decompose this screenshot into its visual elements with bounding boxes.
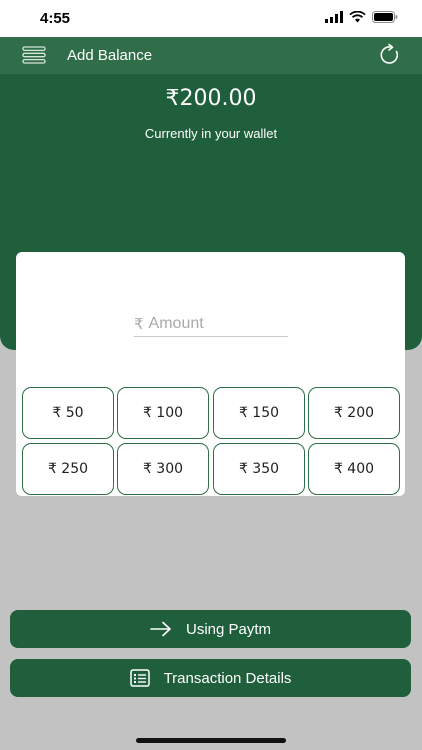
wallet-caption: Currently in your wallet (144, 126, 278, 141)
hamburger-menu-icon[interactable] (22, 45, 46, 65)
status-time: 4:55 (40, 10, 71, 27)
quick-amount-50[interactable]: ₹ 50 (22, 387, 114, 439)
amount-input[interactable]: ₹ Amount (134, 312, 288, 337)
arrow-right-icon (150, 621, 171, 637)
quick-amount-400[interactable]: ₹ 400 (308, 443, 400, 495)
wallet-balance: ₹200.00 (165, 86, 257, 111)
wifi-icon (349, 11, 366, 23)
transaction-details-button[interactable]: Transaction Details (10, 659, 411, 697)
status-icons (325, 11, 398, 23)
amount-placeholder: Amount (148, 315, 204, 332)
transaction-details-label: Transaction Details (163, 669, 292, 687)
rupee-icon: ₹ (134, 315, 144, 333)
quick-amount-200[interactable]: ₹ 200 (308, 387, 400, 439)
receipt-list-icon (129, 669, 150, 687)
battery-icon (372, 11, 398, 23)
quick-amount-100[interactable]: ₹ 100 (117, 387, 209, 439)
signal-icon (325, 11, 343, 23)
quick-amount-150[interactable]: ₹ 150 (213, 387, 305, 439)
refresh-icon[interactable] (378, 43, 402, 67)
using-paytm-button[interactable]: Using Paytm (10, 610, 411, 648)
amount-card: ₹ Amount ₹ 50 ₹ 100 ₹ 150 ₹ 200 ₹ 250 ₹ … (16, 252, 405, 496)
page-title: Add Balance (67, 47, 153, 64)
home-indicator[interactable] (136, 738, 286, 743)
quick-amount-300[interactable]: ₹ 300 (117, 443, 209, 495)
quick-amount-250[interactable]: ₹ 250 (22, 443, 114, 495)
header-bar: Add Balance (0, 37, 422, 74)
status-bar: 4:55 (0, 0, 422, 37)
using-paytm-label: Using Paytm (185, 620, 272, 638)
quick-amount-350[interactable]: ₹ 350 (213, 443, 305, 495)
